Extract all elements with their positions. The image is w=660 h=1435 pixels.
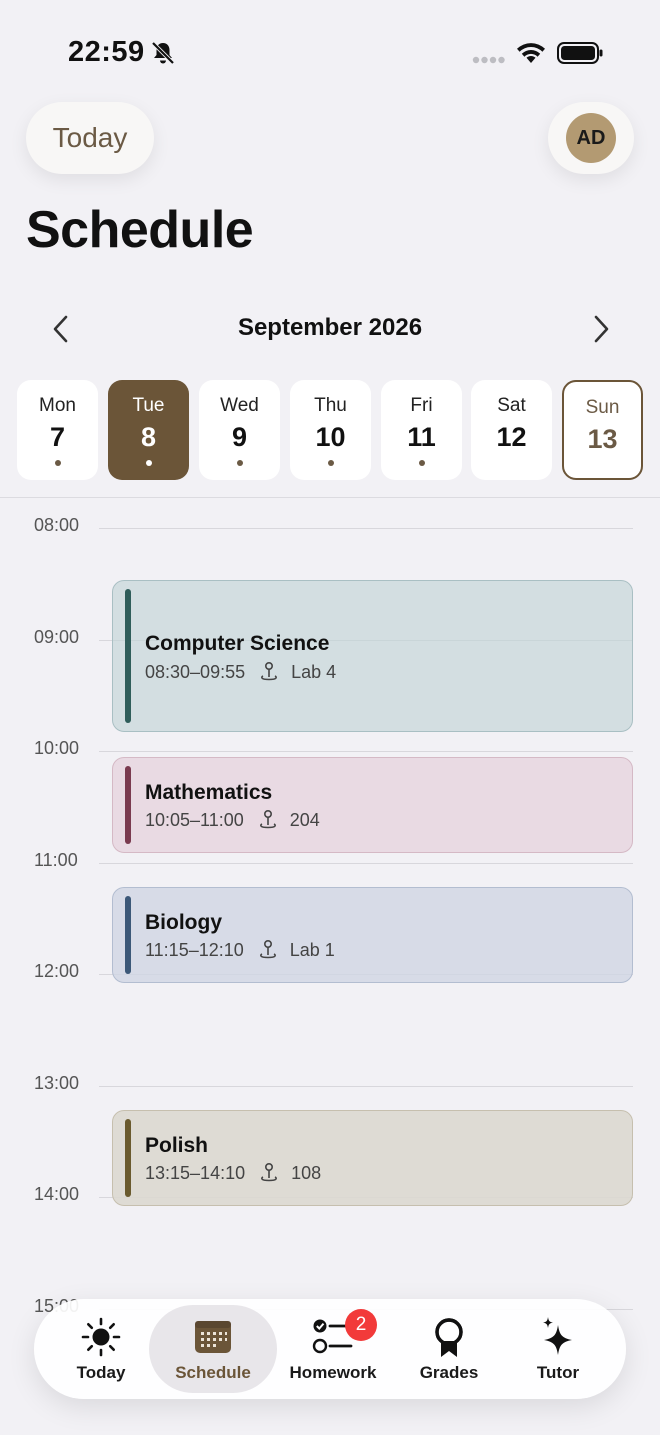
event-color-bar — [125, 589, 131, 723]
day-of-week: Mon — [39, 395, 76, 416]
map-pin-icon — [259, 809, 276, 829]
event-room: 204 — [289, 809, 320, 830]
event-room: 108 — [291, 1162, 322, 1183]
day-of-week: Sun — [585, 397, 620, 418]
day-of-week: Wed — [220, 395, 259, 416]
event-biology[interactable]: Biology 11:15–12:10 Lab 1 — [112, 887, 633, 983]
event-meta: 11:15–12:10 Lab 1 — [145, 939, 335, 961]
event-computer-science[interactable]: Computer Science 08:30–09:55 Lab 4 — [112, 580, 633, 732]
day-tue[interactable]: Tue 8 — [108, 380, 189, 480]
tab-label: Schedule — [175, 1363, 251, 1382]
day-of-week: Fri — [410, 395, 433, 416]
hour-gridline — [99, 1086, 633, 1087]
day-fri[interactable]: Fri 11 — [381, 380, 462, 480]
event-dot — [145, 460, 152, 466]
day-sun[interactable]: Sun 13 — [562, 380, 643, 480]
day-wed[interactable]: Wed 9 — [199, 380, 280, 480]
schedule-screen: 22:59 Today AD Schedule September 2026 M… — [0, 0, 660, 1435]
hour-row: 08:00 — [0, 515, 660, 545]
hour-label: 12:00 — [34, 961, 80, 981]
hour-label: 13:00 — [34, 1073, 80, 1093]
wifi-icon — [517, 43, 545, 63]
event-dot — [418, 460, 425, 466]
today-button[interactable]: Today — [26, 102, 154, 174]
day-number: 8 — [140, 422, 157, 452]
hour-label: 08:00 — [34, 515, 80, 535]
signal-icon — [472, 56, 505, 64]
tab-label: Homework — [289, 1363, 377, 1382]
map-pin-icon — [261, 661, 278, 681]
tab-schedule[interactable]: Schedule — [149, 1299, 277, 1399]
day-number: 10 — [315, 422, 346, 452]
hour-label: 09:00 — [34, 627, 80, 647]
event-title: Mathematics — [145, 781, 273, 804]
timeline[interactable]: 08:00 09:00 10:00 11:00 12:00 13:00 14:0… — [0, 498, 660, 1435]
event-color-bar — [125, 1119, 131, 1197]
calendar-icon — [195, 1321, 231, 1353]
tab-tutor[interactable]: Tutor — [506, 1299, 610, 1399]
day-thu[interactable]: Thu 10 — [290, 380, 371, 480]
status-time: 22:59 — [68, 36, 145, 68]
tab-homework[interactable]: 2 Homework — [277, 1299, 389, 1399]
status-bar: 22:59 — [0, 0, 660, 100]
map-pin-icon — [261, 1162, 278, 1182]
hour-label: 10:00 — [34, 738, 80, 758]
event-dot — [327, 460, 334, 466]
event-time: 13:15–14:10 — [145, 1162, 246, 1183]
homework-badge: 2 — [345, 1309, 377, 1341]
event-time: 08:30–09:55 — [145, 661, 246, 682]
tab-today[interactable]: Today — [44, 1299, 158, 1399]
avatar: AD — [566, 113, 616, 163]
event-color-bar — [125, 766, 131, 844]
day-number: 9 — [231, 422, 248, 452]
day-number: 13 — [587, 424, 618, 454]
day-number: 7 — [49, 422, 66, 452]
event-title: Biology — [145, 911, 222, 934]
event-title: Polish — [145, 1134, 209, 1157]
event-room: Lab 4 — [291, 661, 337, 682]
hour-gridline — [99, 528, 633, 529]
sparkles-icon — [543, 1317, 572, 1355]
hour-gridline — [99, 751, 633, 752]
day-number: 11 — [407, 422, 436, 452]
month-label: September 2026 — [237, 314, 423, 341]
event-room: Lab 1 — [289, 939, 335, 960]
event-time: 11:15–12:10 — [145, 939, 244, 960]
tab-label: Today — [76, 1363, 126, 1382]
day-sat[interactable]: Sat 12 — [471, 380, 552, 480]
day-of-week: Tue — [132, 395, 165, 416]
hour-row: 11:00 — [0, 850, 660, 880]
event-time: 10:05–11:00 — [145, 809, 244, 830]
tab-label: Tutor — [536, 1363, 580, 1382]
event-meta: 08:30–09:55 Lab 4 — [145, 661, 336, 683]
tab-label: Grades — [419, 1363, 479, 1382]
day-of-week: Thu — [314, 395, 347, 416]
hour-label: 11:00 — [34, 850, 78, 870]
event-mathematics[interactable]: Mathematics 10:05–11:00 204 — [112, 757, 633, 853]
day-number: 12 — [496, 422, 527, 452]
day-of-week: Sat — [497, 395, 526, 416]
sun-icon — [81, 1317, 121, 1357]
bell-off-icon — [151, 41, 175, 65]
hour-label: 14:00 — [34, 1184, 80, 1204]
event-dot — [236, 460, 243, 466]
event-title: Computer Science — [145, 632, 330, 655]
tab-bar: Today Schedule 2 Homework Grades Tutor — [34, 1299, 626, 1399]
event-meta: 13:15–14:10 108 — [145, 1162, 321, 1184]
battery-icon — [557, 42, 603, 64]
profile-button[interactable]: AD — [548, 102, 634, 174]
hour-row: 13:00 — [0, 1073, 660, 1103]
award-icon — [435, 1318, 463, 1357]
hour-gridline — [99, 863, 633, 864]
event-meta: 10:05–11:00 204 — [145, 809, 320, 831]
tab-grades[interactable]: Grades — [395, 1299, 503, 1399]
event-dot — [54, 460, 61, 466]
map-pin-icon — [259, 939, 276, 959]
chevron-right-icon[interactable] — [584, 312, 616, 346]
day-mon[interactable]: Mon 7 — [17, 380, 98, 480]
event-color-bar — [125, 896, 131, 974]
event-polish[interactable]: Polish 13:15–14:10 108 — [112, 1110, 633, 1206]
page-title: Schedule — [26, 201, 254, 259]
